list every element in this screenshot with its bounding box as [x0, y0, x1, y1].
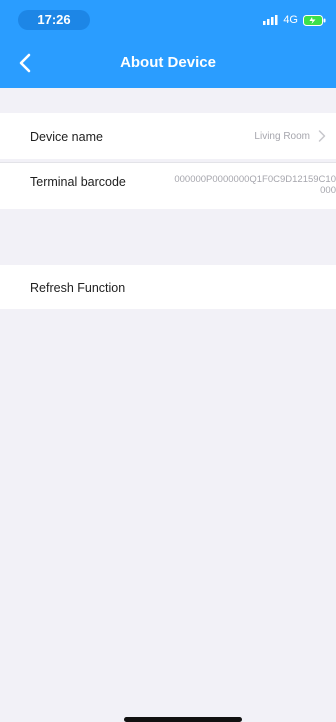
chevron-right-icon — [318, 130, 326, 142]
page-title: About Device — [120, 54, 216, 71]
device-name-value: Living Room — [254, 131, 310, 142]
top-bar: 17:26 4G About Device — [0, 0, 336, 88]
refresh-function-row[interactable]: Refresh Function — [0, 265, 336, 309]
status-indicators: 4G — [263, 11, 326, 29]
terminal-barcode-label: Terminal barcode — [30, 175, 126, 189]
status-time: 17:26 — [18, 10, 90, 30]
terminal-barcode-row: Terminal barcode 000000P0000000Q1F0C9D12… — [0, 162, 336, 209]
network-label: 4G — [283, 14, 298, 26]
battery-icon — [303, 14, 326, 26]
home-indicator — [124, 717, 242, 722]
terminal-barcode-value: 000000P0000000Q1F0C9D12159C10 — [174, 174, 336, 185]
signal-icon — [263, 15, 278, 25]
refresh-function-label: Refresh Function — [30, 281, 126, 295]
terminal-barcode-value-continued: 000 — [320, 185, 336, 196]
device-name-row[interactable]: Device name Living Room — [0, 113, 336, 159]
device-name-label: Device name — [30, 130, 103, 144]
